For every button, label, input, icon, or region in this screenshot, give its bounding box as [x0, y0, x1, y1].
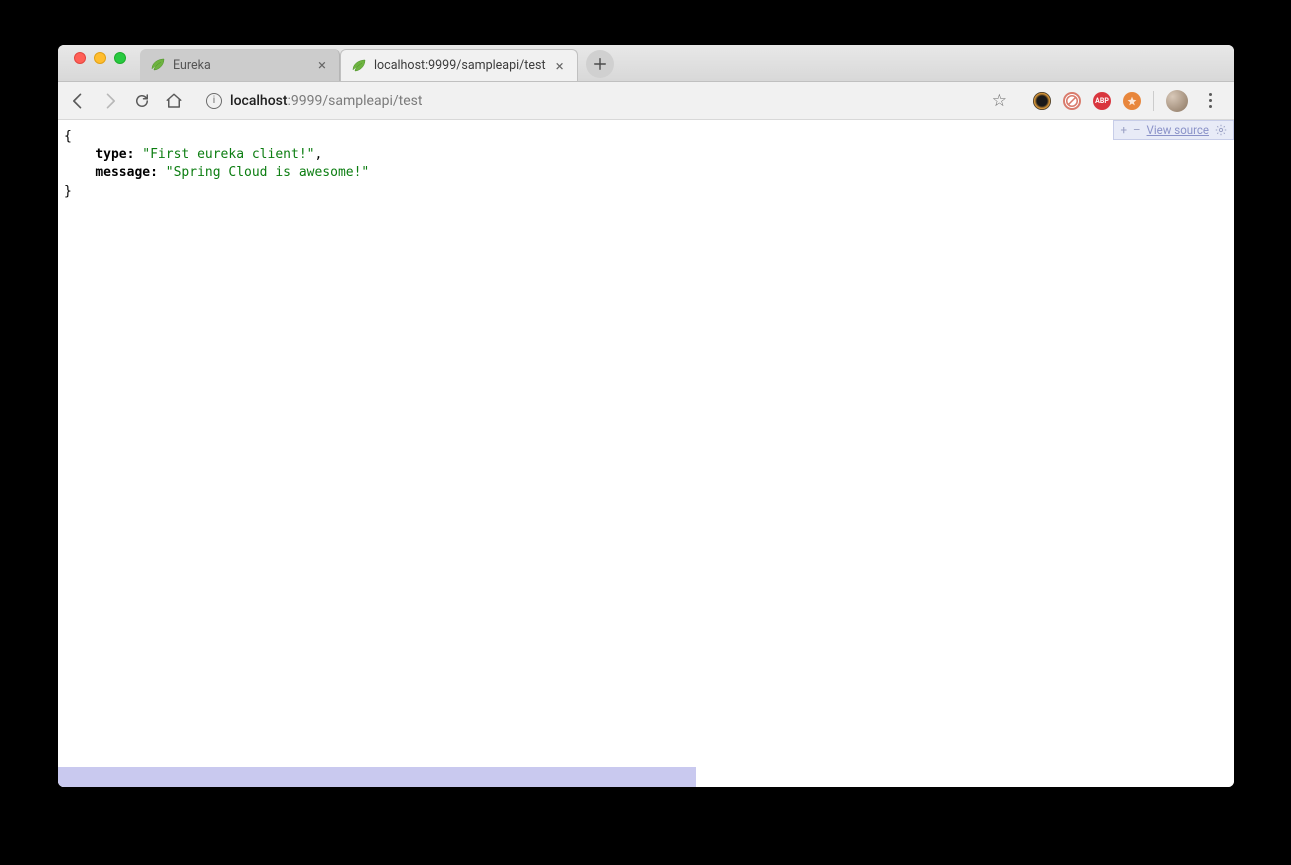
window-controls — [68, 52, 132, 74]
json-key: message: — [95, 165, 158, 180]
view-source-link[interactable]: View source — [1147, 123, 1209, 137]
tab-strip: Eureka × localhost:9999/sampleapi/test × — [140, 45, 614, 81]
json-close-brace: } — [64, 184, 72, 199]
extension-icon-1[interactable] — [1033, 92, 1051, 110]
collapse-all-button[interactable]: – — [1133, 123, 1141, 137]
tab-localhost[interactable]: localhost:9999/sampleapi/test × — [340, 49, 578, 81]
json-string-value: "Spring Cloud is awesome!" — [166, 165, 370, 180]
adblock-plus-icon[interactable]: ABP — [1093, 92, 1111, 110]
url-text: localhost:9999/sampleapi/test — [230, 93, 980, 109]
close-tab-icon[interactable]: × — [315, 58, 329, 72]
status-bar — [58, 767, 696, 787]
toolbar-divider — [1153, 91, 1154, 111]
tab-title: localhost:9999/sampleapi/test — [374, 58, 546, 73]
expand-all-button[interactable]: + — [1120, 123, 1127, 137]
spring-leaf-icon — [150, 57, 166, 73]
json-open-brace: { — [64, 129, 72, 144]
gear-icon[interactable] — [1215, 124, 1227, 136]
site-info-icon[interactable]: i — [206, 93, 222, 109]
toolbar: i localhost:9999/sampleapi/test ☆ ABP — [58, 82, 1234, 120]
minimize-window-button[interactable] — [94, 52, 106, 64]
reload-button[interactable] — [132, 91, 152, 111]
url-path: :9999/sampleapi/test — [288, 93, 423, 109]
json-comma: , — [314, 147, 322, 162]
address-bar[interactable]: i localhost:9999/sampleapi/test ☆ — [196, 87, 1021, 115]
close-window-button[interactable] — [74, 52, 86, 64]
close-tab-icon[interactable]: × — [553, 59, 567, 73]
maximize-window-button[interactable] — [114, 52, 126, 64]
browser-window: Eureka × localhost:9999/sampleapi/test × — [58, 45, 1234, 787]
profile-avatar[interactable] — [1166, 90, 1188, 112]
back-button[interactable] — [68, 91, 88, 111]
url-host: localhost — [230, 93, 288, 109]
chrome-menu-button[interactable] — [1200, 93, 1220, 108]
json-key: type: — [95, 147, 134, 162]
tab-title: Eureka — [173, 58, 308, 73]
new-tab-button[interactable] — [586, 50, 614, 78]
title-bar: Eureka × localhost:9999/sampleapi/test × — [58, 45, 1234, 82]
home-button[interactable] — [164, 91, 184, 111]
extension-icon-4[interactable] — [1123, 92, 1141, 110]
json-response-body: { type: "First eureka client!", message:… — [58, 120, 1234, 209]
extension-bar: ABP — [1033, 90, 1224, 112]
abp-label: ABP — [1095, 97, 1109, 105]
bookmark-star-icon[interactable]: ☆ — [988, 91, 1011, 111]
tab-eureka[interactable]: Eureka × — [140, 49, 340, 81]
forward-button[interactable] — [100, 91, 120, 111]
json-viewer-toolbar: + – View source — [1113, 120, 1234, 140]
json-string-value: "First eureka client!" — [142, 147, 314, 162]
page-content: + – View source { type: "First eureka cl… — [58, 120, 1234, 787]
noscript-icon[interactable] — [1063, 92, 1081, 110]
spring-leaf-icon — [351, 58, 367, 74]
